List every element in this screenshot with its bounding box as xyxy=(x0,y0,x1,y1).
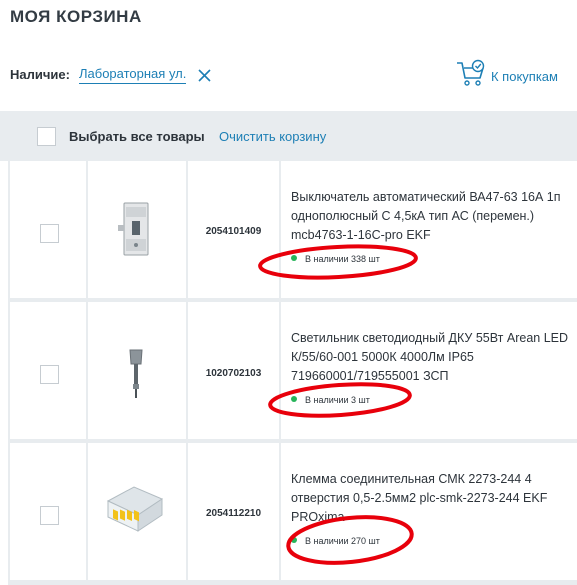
cart-items-list: 2054101409 Выключатель автоматический ВА… xyxy=(8,161,577,585)
stock-status: В наличии 338 шт xyxy=(291,254,380,264)
stock-status: В наличии 270 шт xyxy=(291,536,380,546)
item-name[interactable]: Светильник светодиодный ДКУ 55Вт Arean L… xyxy=(291,329,573,386)
cart-check-icon xyxy=(457,59,485,86)
in-stock-dot-icon xyxy=(291,537,297,543)
in-stock-dot-icon xyxy=(291,396,297,402)
select-all-label[interactable]: Выбрать все товары xyxy=(69,129,205,144)
circuit-breaker-image[interactable] xyxy=(114,201,156,257)
select-all-checkbox[interactable] xyxy=(37,127,56,146)
clear-cart-link[interactable]: Очистить корзину xyxy=(219,129,326,144)
back-to-shopping-label: К покупкам xyxy=(491,69,558,84)
availability-label: Наличие: xyxy=(10,67,70,82)
item-checkbox[interactable] xyxy=(40,224,59,243)
item-name[interactable]: Выключатель автоматический ВА47-63 16А 1… xyxy=(291,188,573,245)
item-name[interactable]: Клемма соединительная СМК 2273-244 4 отв… xyxy=(291,470,573,527)
street-light-image[interactable] xyxy=(122,346,152,402)
in-stock-dot-icon xyxy=(291,255,297,261)
page-title: МОЯ КОРЗИНА xyxy=(10,7,142,26)
item-sku: 2054101409 xyxy=(205,226,262,237)
item-sku: 1020702103 xyxy=(205,368,262,379)
item-checkbox[interactable] xyxy=(40,365,59,384)
terminal-clamp-image[interactable] xyxy=(104,483,166,535)
bulk-actions-bar: Выбрать все товары Очистить корзину xyxy=(0,111,577,161)
close-icon[interactable] xyxy=(198,69,211,82)
item-checkbox[interactable] xyxy=(40,506,59,525)
cart-item-row: 1020702103 Светильник светодиодный ДКУ 5… xyxy=(8,302,577,443)
cart-item-row: 2054101409 Выключатель автоматический ВА… xyxy=(8,161,577,302)
stock-status: В наличии 3 шт xyxy=(291,395,370,405)
availability-value[interactable]: Лабораторная ул. xyxy=(79,66,187,84)
cart-item-row: 2054112210 Клемма соединительная СМК 227… xyxy=(8,443,577,584)
item-sku: 2054112210 xyxy=(205,508,262,519)
